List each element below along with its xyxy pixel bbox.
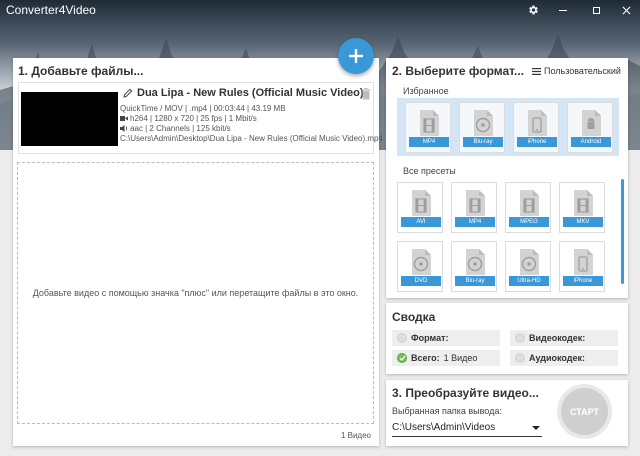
film-icon xyxy=(407,189,435,217)
favorite-tile-mp4[interactable]: MP4 xyxy=(405,102,451,153)
custom-format-label: Пользовательский xyxy=(544,66,621,76)
format-panel: 2. Выберите формат... Пользовательский И… xyxy=(386,58,628,298)
file-container-info: QuickTime / MOV | .mp4 | 00:03:44 | 43.1… xyxy=(120,104,286,113)
minimize-button[interactable] xyxy=(547,0,579,20)
film-icon xyxy=(515,189,543,217)
speaker-icon xyxy=(120,125,128,132)
favorite-tile-iphone[interactable]: iPhone xyxy=(513,102,559,153)
disc-icon xyxy=(469,109,497,137)
presets-grid: AVI MP4 MPEG MKV DVD Blu-ray Ultra-HD iPhone xyxy=(397,182,619,293)
format-label: Формат: xyxy=(411,333,449,343)
minimize-icon xyxy=(559,9,567,11)
file-card[interactable]: Dua Lipa - New Rules (Official Music Vid… xyxy=(18,82,383,154)
summary-panel: Сводка Формат: Видеокодек: Всего: 1 Виде… xyxy=(386,303,628,374)
total-label: Всего: xyxy=(411,353,440,363)
maximize-button[interactable] xyxy=(580,0,612,20)
output-folder-select[interactable]: C:\Users\Admin\Videos xyxy=(392,419,542,437)
add-file-button[interactable] xyxy=(338,38,374,74)
preset-label: MP4 xyxy=(409,137,449,147)
menu-icon xyxy=(532,67,541,75)
preset-label: iPhone xyxy=(517,137,557,147)
output-folder-label: Выбранная папка вывода: xyxy=(392,406,502,416)
audio-codec-label: Аудиокодек: xyxy=(529,353,586,363)
preset-label: MP4 xyxy=(455,217,495,227)
file-video-info: h264 | 1280 x 720 | 25 fps | 1 Mbit/s xyxy=(130,114,257,123)
video-camera-icon xyxy=(120,116,128,121)
check-icon xyxy=(397,353,407,363)
summary-audio-codec: Аудиокодек: xyxy=(510,350,618,366)
preset-label: AVI xyxy=(401,217,441,227)
presets-scrollbar[interactable] xyxy=(621,179,624,284)
preset-label: MPEG xyxy=(509,217,549,227)
status-dot-icon xyxy=(515,353,525,363)
favorites-row: MP4 Blu-ray iPhone Android xyxy=(397,98,619,156)
step2-title: 2. Выберите формат... xyxy=(392,64,524,78)
file-path: C:\Users\Admin\Desktop\Dua Lipa - New Ru… xyxy=(120,134,383,143)
preset-tile-mkv[interactable]: MKV xyxy=(559,182,605,233)
status-dot-icon xyxy=(397,333,407,343)
title-bar: Converter4Video xyxy=(0,0,640,20)
drop-hint: Добавьте видео с помощью значка "плюс" и… xyxy=(32,288,359,298)
preset-tile-dvd[interactable]: DVD xyxy=(397,241,443,292)
disc-icon xyxy=(407,248,435,276)
preset-label: Blu-ray xyxy=(455,276,495,286)
preset-tile-avi[interactable]: AVI xyxy=(397,182,443,233)
phone-icon xyxy=(523,109,551,137)
preset-label: Android xyxy=(571,137,611,147)
preset-label: iPhone xyxy=(563,276,603,286)
close-icon xyxy=(622,6,630,14)
trash-icon[interactable] xyxy=(361,88,371,100)
preset-tile-blu-ray[interactable]: Blu-ray xyxy=(451,241,497,292)
preset-label: MKV xyxy=(563,217,603,227)
all-presets-label: Все пресеты xyxy=(403,166,456,176)
settings-button[interactable] xyxy=(517,0,549,20)
close-button[interactable] xyxy=(610,0,640,20)
preset-label: DVD xyxy=(401,276,441,286)
plus-icon xyxy=(349,49,363,63)
gear-icon xyxy=(529,5,538,15)
favorites-label: Избранное xyxy=(403,86,449,96)
drop-zone[interactable]: Добавьте видео с помощью значка "плюс" и… xyxy=(17,162,374,424)
phone-icon xyxy=(569,248,597,276)
preset-tile-mpeg[interactable]: MPEG xyxy=(505,182,551,233)
video-count: 1 Видео xyxy=(340,431,371,440)
disc-icon xyxy=(461,248,489,276)
summary-video-codec: Видеокодек: xyxy=(510,330,618,346)
custom-format-button[interactable]: Пользовательский xyxy=(532,66,621,76)
preset-tile-iphone[interactable]: iPhone xyxy=(559,241,605,292)
add-files-panel: 1. Добавьте файлы... Dua Lipa - New Rule… xyxy=(13,58,383,446)
start-button[interactable]: СТАРТ xyxy=(561,388,608,435)
android-icon xyxy=(577,109,605,137)
pencil-icon[interactable] xyxy=(123,88,133,98)
file-name: Dua Lipa - New Rules (Official Music Vid… xyxy=(137,87,364,99)
video-thumbnail xyxy=(21,92,118,146)
status-dot-icon xyxy=(515,333,525,343)
disc-icon xyxy=(515,248,543,276)
convert-panel: 3. Преобразуйте видео... Выбранная папка… xyxy=(386,380,628,446)
summary-format: Формат: xyxy=(392,330,500,346)
step1-title: 1. Добавьте файлы... xyxy=(18,64,144,78)
film-icon xyxy=(415,109,443,137)
preset-tile-ultra-hd[interactable]: Ultra-HD xyxy=(505,241,551,292)
step3-title: 3. Преобразуйте видео... xyxy=(392,386,539,400)
preset-tile-mp4[interactable]: MP4 xyxy=(451,182,497,233)
favorite-tile-blu-ray[interactable]: Blu-ray xyxy=(459,102,505,153)
summary-title: Сводка xyxy=(392,310,436,324)
file-audio-info: aac | 2 Channels | 125 kbit/s xyxy=(130,124,231,133)
total-value: 1 Видео xyxy=(443,353,478,363)
preset-label: Blu-ray xyxy=(463,137,503,147)
chevron-down-icon xyxy=(532,426,540,430)
maximize-icon xyxy=(592,6,600,14)
output-folder-value: C:\Users\Admin\Videos xyxy=(392,422,496,433)
film-icon xyxy=(569,189,597,217)
app-title: Converter4Video xyxy=(6,3,96,17)
film-icon xyxy=(461,189,489,217)
preset-label: Ultra-HD xyxy=(509,276,549,286)
summary-total: Всего: 1 Видео xyxy=(392,350,500,366)
video-codec-label: Видеокодек: xyxy=(529,333,586,343)
favorite-tile-android[interactable]: Android xyxy=(567,102,613,153)
